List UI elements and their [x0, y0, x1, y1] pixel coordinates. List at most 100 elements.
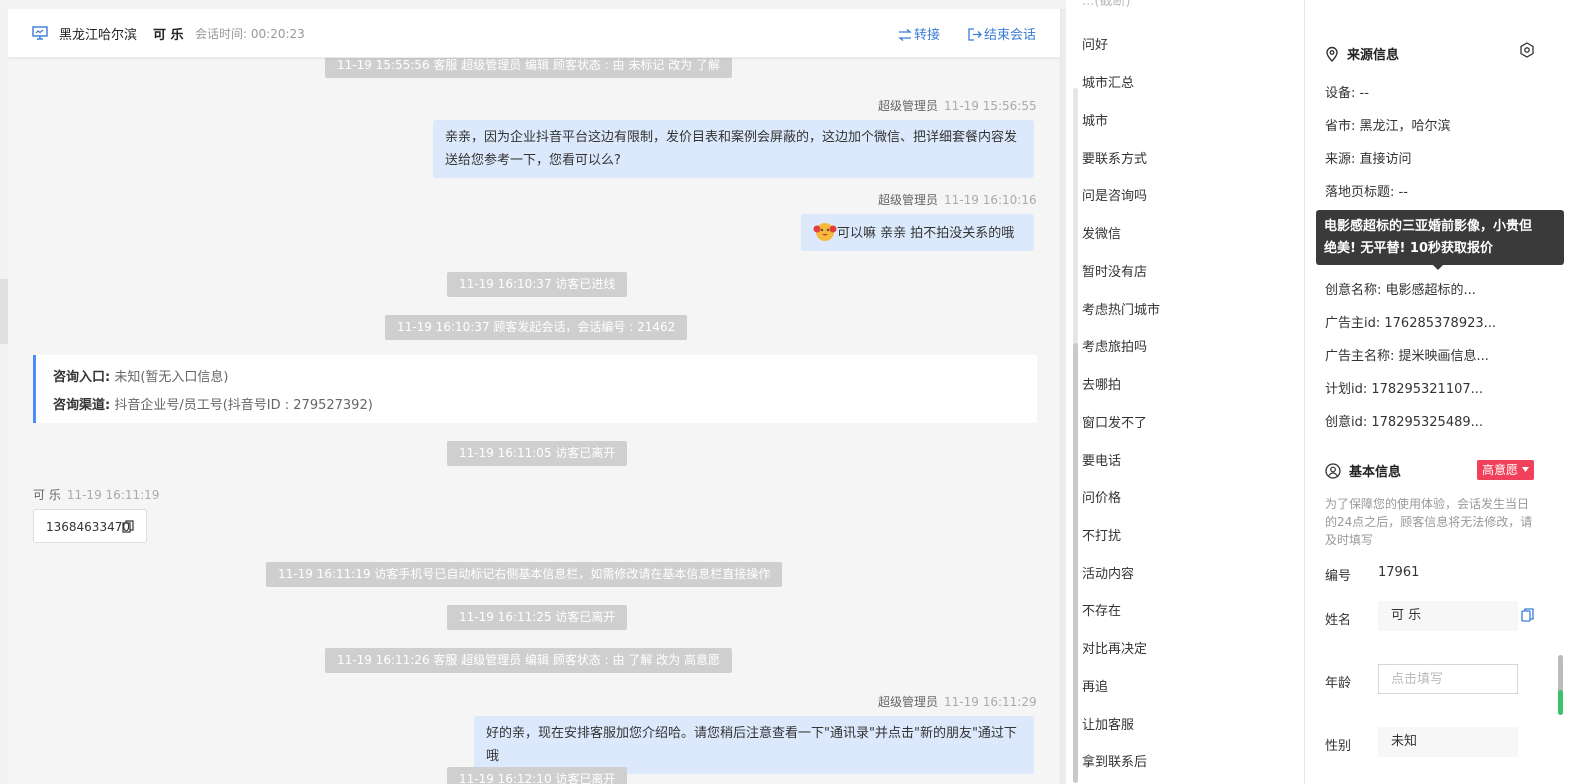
- user-circle-icon: [1325, 463, 1341, 479]
- system-message: 11-19 16:11:26 客服 超级管理员 编辑 顾客状态 : 由 了解 改…: [325, 648, 732, 673]
- quick-reply-item[interactable]: 不存在: [1082, 600, 1121, 619]
- sender-name: 可 乐: [33, 488, 61, 502]
- visitor-sender: 可 乐 11-19 16:11:19: [33, 486, 159, 503]
- quick-reply-item[interactable]: 不打扰: [1082, 525, 1121, 544]
- source-advertiser-name: 广告主名称: 提米映画信息...: [1325, 349, 1489, 364]
- agent-message-bubble: 好的亲，现在安排客服加您介绍哈。请您稍后注意查看一下"通讯录"并点击"新的朋友"…: [474, 716, 1034, 774]
- phone-number: 13684633470: [46, 520, 130, 534]
- source-channel: 来源: 直接访问: [1325, 152, 1412, 167]
- chat-scrollbar[interactable]: [1073, 88, 1078, 783]
- visitor-phone-message: 13684633470: [33, 509, 147, 543]
- settings-icon[interactable]: [1519, 42, 1535, 58]
- intent-status-label: 高意愿: [1482, 463, 1519, 477]
- end-session-button[interactable]: 结束会话: [968, 24, 1036, 43]
- source-creative-name: 创意名称: 电影感超标的...: [1325, 283, 1476, 298]
- name-label: 姓名: [1325, 613, 1352, 628]
- quick-reply-item[interactable]: 考虑热门城市: [1082, 299, 1160, 318]
- agent-sender: 超级管理员 11-19 16:10:16: [878, 191, 1037, 208]
- visitor-name: 可 乐: [153, 28, 184, 43]
- consult-entry-value: 未知(暂无入口信息): [114, 370, 229, 385]
- session-time: 会话时间: 00:20:23: [195, 25, 305, 42]
- quick-reply-cut: ...(截断): [1082, 0, 1131, 9]
- transfer-icon: [898, 29, 912, 41]
- visitor-location: 黑龙江哈尔滨: [59, 28, 138, 43]
- quick-reply-item[interactable]: 城市汇总: [1082, 72, 1134, 91]
- caret-down-icon: [1521, 467, 1529, 472]
- quick-reply-item[interactable]: 对比再决定: [1082, 638, 1147, 657]
- left-edge-block: [0, 279, 8, 344]
- right-scrollbar-indicator: [1558, 690, 1563, 715]
- basic-info-title: 基本信息: [1325, 461, 1401, 480]
- source-info-title: 来源信息: [1325, 44, 1399, 63]
- system-message: 11-19 16:11:05 访客已离开: [447, 441, 628, 466]
- emoji-icon: [813, 223, 837, 241]
- system-message: 11-19 16:11:19 访客手机号已自动标记右侧基本信息栏，如需修改请在基…: [266, 562, 783, 587]
- name-field[interactable]: 可 乐: [1378, 601, 1518, 631]
- consult-info-card: 咨询入口: 未知(暂无入口信息) 咨询渠道: 抖音企业号/员工号(抖音号ID :…: [33, 355, 1037, 423]
- agent-sender: 超级管理员 11-19 16:11:29: [878, 693, 1037, 710]
- quick-reply-item[interactable]: 考虑旅拍吗: [1082, 336, 1147, 355]
- sender-name: 超级管理员: [878, 99, 939, 113]
- agent-message-bubble: 可以嘛 亲亲 拍不拍没关系的哦: [801, 214, 1034, 251]
- copy-icon[interactable]: [1521, 608, 1534, 622]
- chat-panel: 黑龙江哈尔滨 可 乐 会话时间: 00:20:23 转接 结束会话 11-19 …: [8, 9, 1061, 784]
- session-time-value: 00:20:23: [250, 27, 305, 41]
- monitor-icon: [32, 26, 48, 40]
- message-line: 亲亲，因为企业抖音平台这边有限制，发价目表和案例会屏蔽的，这边加个微信、把详细套…: [445, 130, 1018, 145]
- sender-name: 超级管理员: [878, 193, 939, 207]
- source-creative-id: 创意id: 178295325489...: [1325, 415, 1484, 430]
- exit-icon: [968, 28, 982, 41]
- quick-reply-item[interactable]: 问是咨询吗: [1082, 185, 1147, 204]
- message-time: 11-19 16:10:16: [944, 193, 1037, 207]
- id-label: 编号: [1325, 569, 1352, 584]
- agent-message-bubble: 亲亲，因为企业抖音平台这边有限制，发价目表和案例会屏蔽的，这边加个微信、把详细套…: [433, 120, 1034, 178]
- message-time: 11-19 16:11:29: [944, 695, 1037, 709]
- chat-scrollbar-thumb[interactable]: [1073, 343, 1078, 783]
- quick-reply-item[interactable]: 窗口发不了: [1082, 412, 1147, 431]
- quick-reply-item[interactable]: 再追: [1082, 676, 1108, 695]
- intent-status-dropdown[interactable]: 高意愿: [1477, 460, 1534, 480]
- agent-sender: 超级管理员 11-19 15:56:55: [878, 97, 1037, 114]
- system-message: 11-19 16:10:37 访客已进线: [447, 272, 628, 297]
- left-edge-panel: [0, 9, 8, 784]
- sender-name: 超级管理员: [878, 695, 939, 709]
- tooltip-line: 电影感超标的三亚婚前影像，小贵但: [1324, 219, 1533, 234]
- basic-info-label: 基本信息: [1349, 465, 1402, 480]
- message-time: 11-19 16:11:19: [66, 488, 160, 502]
- consult-channel-key: 咨询渠道:: [53, 398, 111, 413]
- creative-name-tooltip: 电影感超标的三亚婚前影像，小贵但 绝美! 无平替! 10秒获取报价: [1316, 210, 1564, 270]
- quick-reply-item[interactable]: 问价格: [1082, 487, 1121, 506]
- session-time-label: 会话时间:: [195, 27, 248, 41]
- source-province: 省市: 黑龙江，哈尔滨: [1325, 119, 1451, 134]
- quick-reply-item[interactable]: 让加客服: [1082, 714, 1134, 733]
- consult-channel-row: 咨询渠道: 抖音企业号/员工号(抖音号ID : 279527392): [53, 394, 373, 413]
- quick-reply-item[interactable]: 去哪拍: [1082, 374, 1121, 393]
- basic-info-note: 为了保障您的使用体验，会话发生当日的24点之后，顾客信息将无法修改，请及时填写: [1325, 497, 1533, 547]
- message-line: 送给您参考一下，您看可以么?: [445, 153, 621, 168]
- source-device: 设备: --: [1325, 86, 1369, 101]
- quick-reply-item[interactable]: 拿到联系后: [1082, 751, 1147, 770]
- quick-reply-item[interactable]: 城市: [1082, 110, 1108, 129]
- age-input[interactable]: [1378, 664, 1518, 694]
- quick-reply-item[interactable]: 要联系方式: [1082, 148, 1147, 167]
- id-value: 17961: [1378, 565, 1420, 580]
- quick-reply-item[interactable]: 暂时没有店: [1082, 261, 1147, 280]
- gender-label: 性别: [1325, 739, 1352, 754]
- chat-header: 黑龙江哈尔滨 可 乐 会话时间: 00:20:23 转接 结束会话: [8, 9, 1060, 58]
- quick-reply-item[interactable]: 活动内容: [1082, 563, 1134, 582]
- quick-reply-item[interactable]: 发微信: [1082, 223, 1121, 242]
- copy-icon[interactable]: [122, 520, 134, 533]
- age-label: 年龄: [1325, 676, 1352, 691]
- message-time: 11-19 15:56:55: [944, 99, 1037, 113]
- quick-reply-panel: ...(截断) 问好 城市汇总 城市 要联系方式 问是咨询吗 发微信 暂时没有店…: [1066, 0, 1305, 784]
- consult-entry-key: 咨询入口:: [53, 370, 111, 385]
- gender-select[interactable]: 未知: [1378, 727, 1518, 757]
- source-advertiser-id: 广告主id: 176285378923...: [1325, 316, 1497, 331]
- consult-channel-value: 抖音企业号/员工号(抖音号ID : 279527392): [114, 398, 373, 413]
- system-message: 11-19 16:10:37 顾客发起会话，会话编号 : 21462: [385, 315, 688, 340]
- quick-reply-item[interactable]: 要电话: [1082, 450, 1121, 469]
- quick-reply-item[interactable]: 问好: [1082, 34, 1108, 53]
- location-pin-icon: [1326, 46, 1338, 62]
- transfer-button[interactable]: 转接: [898, 24, 940, 43]
- source-info-label: 来源信息: [1347, 48, 1400, 63]
